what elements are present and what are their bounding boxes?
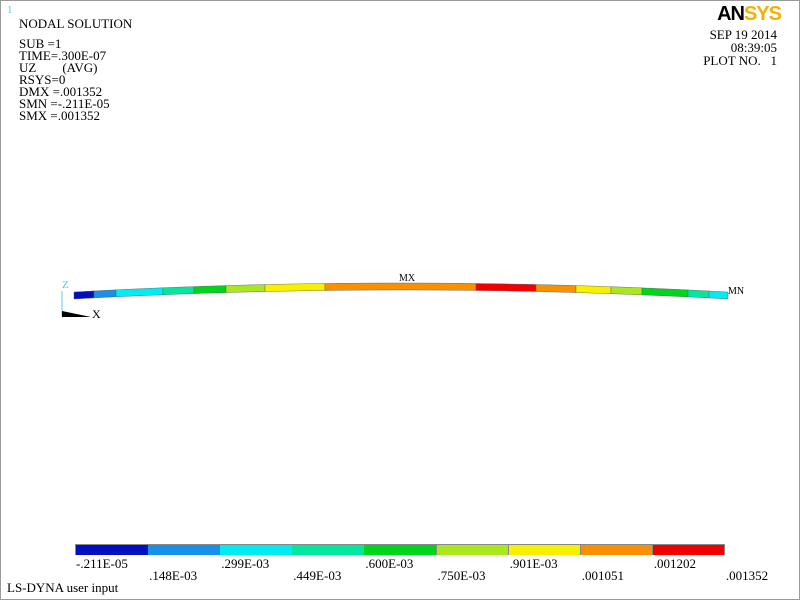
legend-color-cell (508, 545, 581, 555)
beam-band-segment (575, 285, 612, 294)
legend-label: -.211E-05 (76, 556, 128, 571)
beam-band-segment (687, 289, 710, 299)
beam-band-segment (162, 286, 195, 295)
beam-band-segment (115, 287, 164, 298)
legend-label: .001352 (725, 568, 769, 583)
axis-x-arrow (62, 311, 91, 317)
legend-color-cell (580, 545, 653, 555)
legend-label: .901E-03 (509, 556, 558, 571)
footer-text: LS-DYNA user input (7, 580, 119, 595)
beam-band-segment (641, 287, 689, 298)
legend-label: .001051 (581, 568, 624, 583)
min-marker: MN (728, 286, 745, 297)
legend-color-cell (436, 545, 509, 555)
beam-band-segment (193, 285, 227, 294)
beam-contour (61, 282, 729, 317)
legend-label: .001202 (653, 556, 697, 571)
max-marker: MX (399, 273, 416, 284)
legend-label: .299E-03 (221, 556, 270, 571)
legend-color-cell (76, 545, 148, 555)
beam-band-segment (708, 290, 729, 300)
legend-color-cell (364, 545, 436, 555)
legend-label: .750E-03 (437, 568, 486, 583)
legend-color-cell (652, 545, 725, 555)
legend-label: .600E-03 (365, 556, 414, 571)
legend-label: .148E-03 (149, 568, 198, 583)
plot-window: 1 NODAL SOLUTION SUB =1 TIME=.300E-07 UZ… (0, 0, 800, 600)
axis-x-label: X (92, 307, 101, 321)
beam-band-segment (535, 284, 577, 293)
legend-label: .449E-03 (293, 568, 342, 583)
beam-band-segment (93, 289, 117, 299)
legend-color-cell (220, 545, 292, 555)
beam-band-segment (225, 284, 266, 293)
beam-band-segment (264, 283, 326, 292)
axis-z-label: Z (62, 279, 69, 291)
beam-band-segment (475, 283, 537, 292)
beam-band-segment (73, 290, 95, 300)
legend-color-cell (292, 545, 364, 555)
beam-band-segment (610, 286, 643, 296)
legend-color-cell (148, 545, 220, 555)
